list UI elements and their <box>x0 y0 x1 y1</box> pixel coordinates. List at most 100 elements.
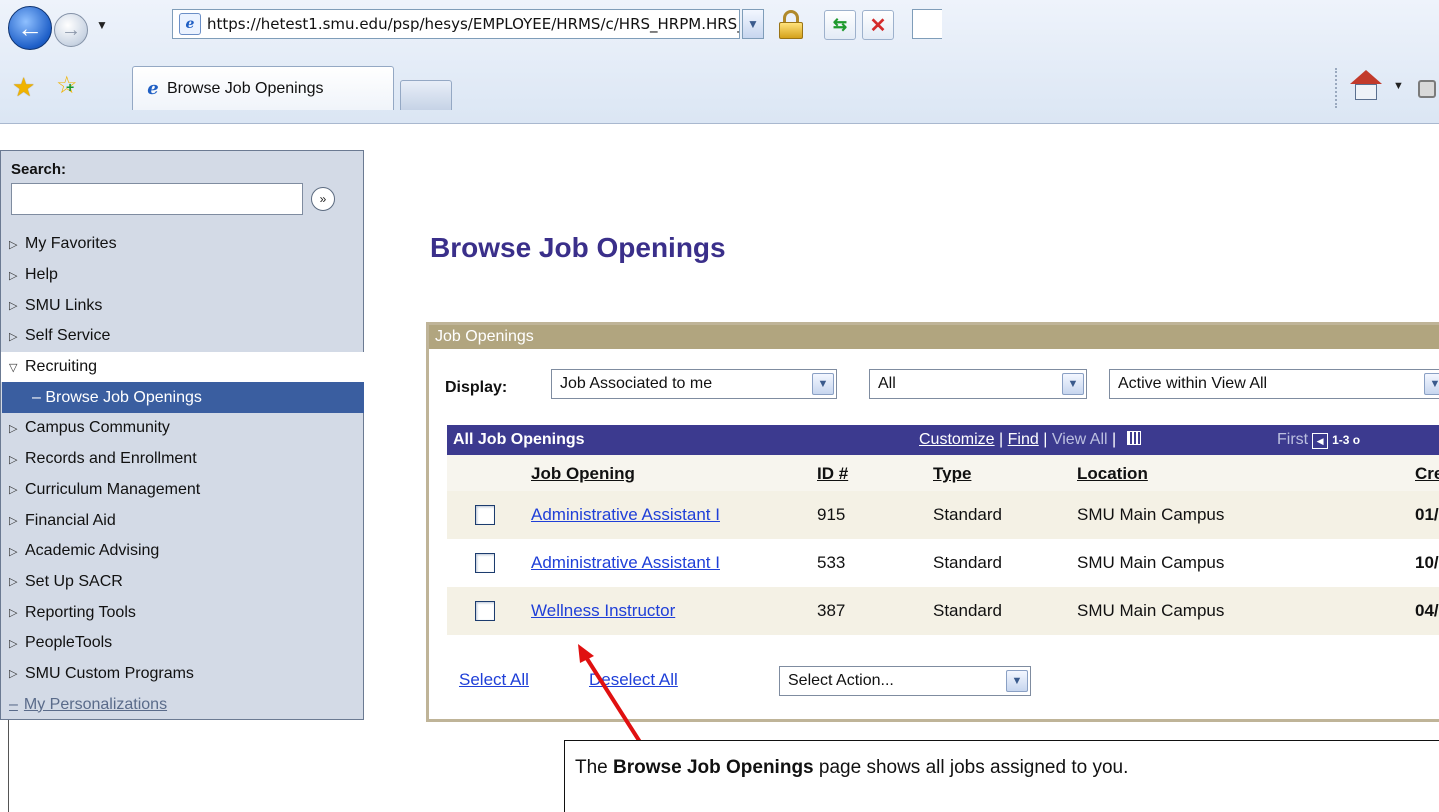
sidebar-item-financial-aid[interactable]: ▷ Financial Aid <box>1 505 365 536</box>
sidebar-divider <box>8 720 9 812</box>
address-url: https://hetest1.smu.edu/psp/hesys/EMPLOY… <box>207 15 739 33</box>
separator: | <box>1043 431 1048 448</box>
sidebar-item-smu-custom-programs[interactable]: ▷ SMU Custom Programs <box>1 659 365 690</box>
status-select[interactable]: All ▼ <box>869 369 1087 399</box>
back-button[interactable]: ← <box>8 6 52 50</box>
collapsed-triangle-icon: ▷ <box>9 576 18 589</box>
collapsed-triangle-icon: ▷ <box>9 545 18 558</box>
column-header-type[interactable]: Type <box>933 464 971 484</box>
refresh-icon[interactable]: ⇆ <box>824 10 856 40</box>
callout-bold: Browse Job Openings <box>613 757 814 778</box>
chevron-down-icon: ▼ <box>1006 670 1028 692</box>
nav-menu: ▷ My Favorites ▷ Help ▷ SMU Links ▷ Self Servic… <box>1 229 365 720</box>
sidebar-item-label: Help <box>25 266 58 284</box>
favorites-star-icon[interactable]: ★ <box>12 74 35 100</box>
address-bar[interactable]: e https://hetest1.smu.edu/psp/hesys/EMPL… <box>172 9 740 39</box>
address-dropdown-icon[interactable]: ▼ <box>742 9 764 39</box>
view-select[interactable]: Active within View All ▼ <box>1109 369 1439 399</box>
sidebar-item-set-up-sacr[interactable]: ▷ Set Up SACR <box>1 567 365 598</box>
row-checkbox[interactable] <box>475 505 495 525</box>
browser-search-input[interactable] <box>912 9 942 39</box>
lock-icon[interactable] <box>776 10 806 40</box>
sidebar-item-campus-community[interactable]: ▷ Campus Community <box>1 413 365 444</box>
sidebar-item-records-and-enrollment[interactable]: ▷ Records and Enrollment <box>1 444 365 475</box>
panel-title: Job Openings <box>429 325 1439 349</box>
sidebar-item-label: Records and Enrollment <box>25 450 197 468</box>
association-select-value: Job Associated to me <box>560 375 713 392</box>
new-tab-button[interactable] <box>400 80 452 110</box>
sidebar-item-recruiting[interactable]: ▽ Recruiting <box>1 351 365 383</box>
select-all-link[interactable]: Select All <box>459 670 529 690</box>
collapsed-triangle-icon: ▷ <box>9 238 18 251</box>
column-header-created[interactable]: Cre <box>1415 464 1439 484</box>
view-all-link[interactable]: View All <box>1052 431 1108 448</box>
browser-tab-active[interactable]: e Browse Job Openings <box>132 66 394 110</box>
feeds-icon[interactable] <box>1418 80 1436 98</box>
row-range: 1-3 o <box>1332 433 1361 447</box>
collapsed-triangle-icon: ▷ <box>9 422 18 435</box>
sidebar-item-help[interactable]: ▷ Help <box>1 260 365 291</box>
job-location: SMU Main Campus <box>1077 505 1225 524</box>
job-opening-link[interactable]: Administrative Assistant I <box>531 505 720 525</box>
column-header-id[interactable]: ID # <box>817 464 848 484</box>
sidebar-item-label: SMU Custom Programs <box>25 664 194 682</box>
sidebar-item-label: PeopleTools <box>25 634 113 652</box>
select-action-value: Select Action... <box>788 672 894 689</box>
sidebar-item-label: – Browse Job Openings <box>32 388 202 406</box>
job-opening-link[interactable]: Administrative Assistant I <box>531 553 720 573</box>
sidebar-item-self-service[interactable]: ▷ Self Service <box>1 321 365 352</box>
home-dropdown-icon[interactable]: ▼ <box>1393 80 1404 92</box>
job-created: 10/ <box>1415 553 1439 572</box>
sidebar-item-browse-job-openings[interactable]: – Browse Job Openings <box>2 382 364 414</box>
sidebar-item-label: Recruiting <box>25 358 98 376</box>
sidebar-item-label: SMU Links <box>25 296 103 314</box>
forward-arrow-icon: → <box>61 19 81 41</box>
separator: | <box>999 431 1004 448</box>
first-link[interactable]: First <box>1277 431 1308 448</box>
job-id: 915 <box>817 505 846 524</box>
dash-icon: – <box>9 695 18 713</box>
forward-button[interactable]: → <box>54 13 88 47</box>
ie-tab-icon: e <box>147 78 159 99</box>
sidebar-item-reporting-tools[interactable]: ▷ Reporting Tools <box>1 597 365 628</box>
sidebar-item-label: Campus Community <box>25 419 170 437</box>
nav-search-go-icon[interactable]: » <box>311 187 335 211</box>
association-select[interactable]: Job Associated to me ▼ <box>551 369 837 399</box>
nav-search-input[interactable] <box>11 183 303 215</box>
job-location: SMU Main Campus <box>1077 601 1225 620</box>
row-checkbox[interactable] <box>475 601 495 621</box>
job-created: 04/ <box>1415 601 1439 620</box>
recent-pages-dropdown-icon[interactable]: ▼ <box>96 18 108 32</box>
sidebar-item-peopletools[interactable]: ▷ PeopleTools <box>1 628 365 659</box>
home-icon[interactable] <box>1348 70 1384 104</box>
separator: | <box>1112 431 1117 448</box>
grid-column-headers: Job Opening ID # Type Location Cre <box>447 455 1439 491</box>
sidebar-item-smu-links[interactable]: ▷ SMU Links <box>1 290 365 321</box>
sidebar-navigation: Search: » ▷ My Favorites ▷ Help ▷ SMU Links ▷ S… <box>0 150 365 720</box>
sidebar-item-label: Academic Advising <box>25 542 160 560</box>
find-link[interactable]: Find <box>1008 431 1039 448</box>
back-arrow-icon: ← <box>17 13 43 43</box>
grid-tools: Customize | Find | View All | <box>919 431 1141 449</box>
display-label: Display: <box>445 379 508 396</box>
select-action-dropdown[interactable]: Select Action... ▼ <box>779 666 1031 696</box>
sidebar-item-my-favorites[interactable]: ▷ My Favorites <box>1 229 365 260</box>
stop-icon[interactable]: ✕ <box>862 10 894 40</box>
column-header-job-opening[interactable]: Job Opening <box>531 464 635 484</box>
sidebar-item-label: Reporting Tools <box>25 603 136 621</box>
sidebar-item-academic-advising[interactable]: ▷ Academic Advising <box>1 536 365 567</box>
column-header-location[interactable]: Location <box>1077 464 1148 484</box>
sidebar-item-label: Self Service <box>25 327 111 345</box>
sidebar-item-label: My Favorites <box>25 235 117 253</box>
download-grid-icon[interactable] <box>1126 431 1141 445</box>
job-type: Standard <box>933 505 1002 524</box>
collapsed-triangle-icon: ▷ <box>9 330 18 343</box>
sidebar-item-my-personalizations[interactable]: – My Personalizations <box>1 689 365 720</box>
job-opening-link[interactable]: Wellness Instructor <box>531 601 675 621</box>
collapsed-triangle-icon: ▷ <box>9 668 18 681</box>
row-checkbox[interactable] <box>475 553 495 573</box>
customize-link[interactable]: Customize <box>919 431 995 448</box>
add-favorite-icon[interactable]: ☆ + <box>56 74 78 98</box>
sidebar-item-curriculum-management[interactable]: ▷ Curriculum Management <box>1 475 365 506</box>
previous-page-icon[interactable]: ◀ <box>1312 433 1329 449</box>
